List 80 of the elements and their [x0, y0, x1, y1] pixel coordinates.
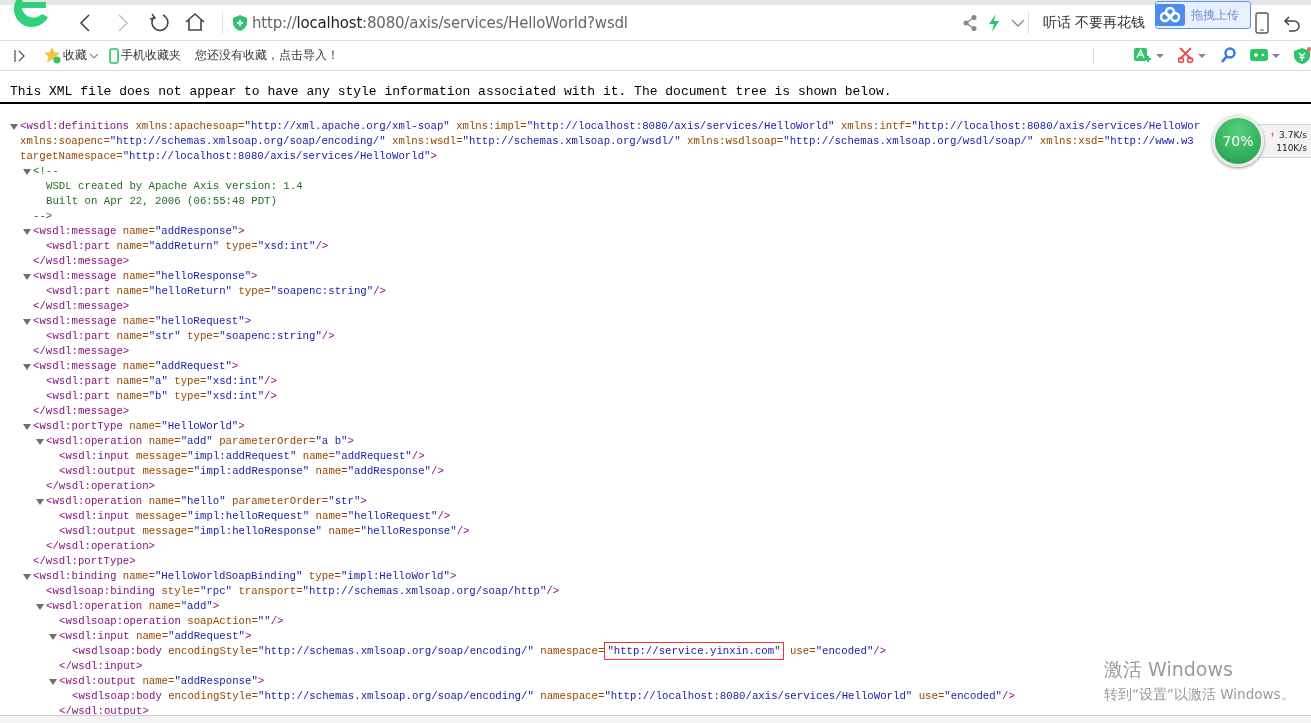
- star-icon: [44, 47, 61, 64]
- xml-line: <wsdl:part name="str" type="soapenc:string"/>: [46, 329, 335, 344]
- caret-icon[interactable]: [1272, 52, 1280, 59]
- xml-line: <wsdl:input message="impl:addRequest" name="addRequest"/>: [59, 449, 425, 464]
- xml-line: <wsdl:operation name="add" parameterOrder="a b">: [46, 434, 354, 449]
- phone-icon: [109, 47, 119, 64]
- xml-line: <wsdl:operation name="hello" parameterOrder="str">: [46, 494, 367, 509]
- xml-line: </wsdl:message>: [33, 404, 130, 419]
- xml-line: xmlns:soapenc="http://schemas.xmlsoap.org/soap/encoding/" xmlns:wsdl="http://schemas.xmlsoap.org/wsdl/" xmlns:wsdlsoap="http://schemas.xmlsoap.org/wsdl/soap/" xmlns:xsd="http://www.w3: [20, 134, 1194, 149]
- xml-line: <!--: [33, 164, 59, 179]
- expand-toggle-icon[interactable]: [36, 602, 44, 611]
- xml-line: </wsdl:operation>: [46, 479, 156, 494]
- xml-line: -->: [33, 209, 53, 224]
- favorites-button[interactable]: 收藏: [44, 47, 99, 64]
- xml-line: targetNamespace="http://localhost:8080/axis/services/HelloWorld">: [20, 149, 437, 164]
- expand-toggle-icon[interactable]: [49, 677, 57, 686]
- expand-toggle-icon[interactable]: [23, 227, 31, 236]
- share-icon[interactable]: [962, 13, 978, 32]
- expand-toggle-icon[interactable]: [36, 437, 44, 446]
- undo-icon[interactable]: [1283, 13, 1302, 32]
- cloud-icon: [1155, 1, 1185, 29]
- xml-line: <wsdl:part name="helloReturn" type="soapenc:string"/>: [46, 284, 386, 299]
- upload-speed: 3.7K/s: [1279, 129, 1307, 140]
- phone-icon[interactable]: [1255, 11, 1270, 34]
- up-arrow-icon: [1271, 130, 1275, 139]
- xml-line: </wsdl:output>: [59, 704, 149, 716]
- shield-icon[interactable]: [1294, 46, 1311, 65]
- xml-line: <wsdl:message name="helloRequest">: [33, 314, 252, 329]
- xml-line: WSDL created by Apache Axis version: 1.4: [46, 179, 303, 194]
- search-icon[interactable]: [1220, 46, 1236, 65]
- notice-text: This XML file does not appear to have any style information associated with it. The document tree is shown below.: [0, 71, 1311, 104]
- xml-line: <wsdlsoap:body encodingStyle="http://schemas.xmlsoap.org/soap/encoding/" namespace= "http://service.yinxin.com" use="encoded"/>: [72, 644, 887, 659]
- caret-icon: [89, 51, 99, 60]
- caret-icon[interactable]: [1156, 52, 1164, 59]
- activation-title: 激活 Windows: [1104, 657, 1234, 682]
- address-field[interactable]: http://localhost:8080/axis/services/HelloWorld?wsdl: [252, 13, 952, 32]
- xml-line: <wsdl:binding name="HelloWorldSoapBinding" type="impl:HelloWorld">: [33, 569, 457, 584]
- xml-line: <wsdl:operation name="add">: [46, 599, 220, 614]
- caret-icon[interactable]: [1198, 52, 1206, 59]
- xml-line: <wsdl:input message="impl:helloRequest" name="helloRequest"/>: [59, 509, 451, 524]
- xml-line: <wsdl:output name="addResponse">: [59, 674, 265, 689]
- xml-line: <wsdlsoap:operation soapAction=""/>: [59, 614, 284, 629]
- expand-toggle-icon[interactable]: [23, 572, 31, 581]
- xml-line: <wsdl:message name="addRequest">: [33, 359, 239, 374]
- sidebar-toggle-icon[interactable]: [14, 48, 26, 63]
- expand-toggle-icon[interactable]: [23, 317, 31, 326]
- download-speed: 110K/s: [1276, 142, 1307, 153]
- xml-line: <wsdl:definitions xmlns:apachesoap="http://xml.apache.org/xml-soap" xmlns:impl="http://localhost:8080/axis/services/HelloWorld" xmlns:intf="http://localhost:8080/axis/services/HelloWor: [20, 119, 1201, 134]
- xml-line: <wsdl:input name="addRequest">: [59, 629, 252, 644]
- xml-line: <wsdl:part name="addReturn" type="xsd:int"/>: [46, 239, 329, 254]
- xml-line: </wsdl:message>: [33, 344, 130, 359]
- chevron-down-icon[interactable]: [1010, 17, 1026, 28]
- xml-line: <wsdl:portType name="HelloWorld">: [33, 419, 245, 434]
- xml-line: </wsdl:operation>: [46, 539, 156, 554]
- xml-line: </wsdl:input>: [59, 659, 143, 674]
- xml-line: </wsdl:message>: [33, 254, 130, 269]
- expand-toggle-icon[interactable]: [23, 272, 31, 281]
- expand-toggle-icon[interactable]: [23, 167, 31, 176]
- expand-toggle-icon[interactable]: [36, 497, 44, 506]
- expand-toggle-icon[interactable]: [10, 122, 18, 131]
- xml-line: </wsdl:message>: [33, 299, 130, 314]
- xml-line: <wsdlsoap:binding style="rpc" transport="http://schemas.xmlsoap.org/soap/http"/>: [46, 584, 560, 599]
- expand-toggle-icon[interactable]: [49, 632, 57, 641]
- xml-line: <wsdl:message name="helloResponse">: [33, 269, 258, 284]
- xml-line: </wsdl:portType>: [33, 554, 136, 569]
- mobile-favorites-button[interactable]: 手机收藏夹: [109, 47, 181, 64]
- xml-line: <wsdl:part name="a" type="xsd:int"/>: [46, 374, 277, 389]
- xml-line: <wsdl:output message="impl:helloResponse" name="helloResponse"/>: [59, 524, 470, 539]
- import-hint[interactable]: 您还没有收藏，点击导入！: [195, 47, 339, 64]
- xml-line: <wsdl:part name="b" type="xsd:int"/>: [46, 389, 277, 404]
- xml-line: <wsdl:output message="impl:addResponse" name="addResponse"/>: [59, 464, 444, 479]
- shield-icon: [233, 14, 247, 31]
- scissors-icon[interactable]: [1178, 46, 1194, 65]
- xml-line: <wsdl:message name="addResponse">: [33, 224, 245, 239]
- xml-line: Built on Apr 22, 2006 (06:55:48 PDT): [46, 194, 277, 209]
- expand-toggle-icon[interactable]: [23, 422, 31, 431]
- xml-line: <wsdlsoap:body encodingStyle="http://schemas.xmlsoap.org/soap/encoding/" namespace="http://localhost:8080/axis/services/HelloWorld" use="encoded"/>: [72, 689, 1015, 704]
- activation-hint: 转到“设置”以激活 Windows。: [1104, 686, 1295, 704]
- expand-toggle-icon[interactable]: [23, 362, 31, 371]
- search-field[interactable]: 听话 不要再花钱: [1043, 13, 1146, 32]
